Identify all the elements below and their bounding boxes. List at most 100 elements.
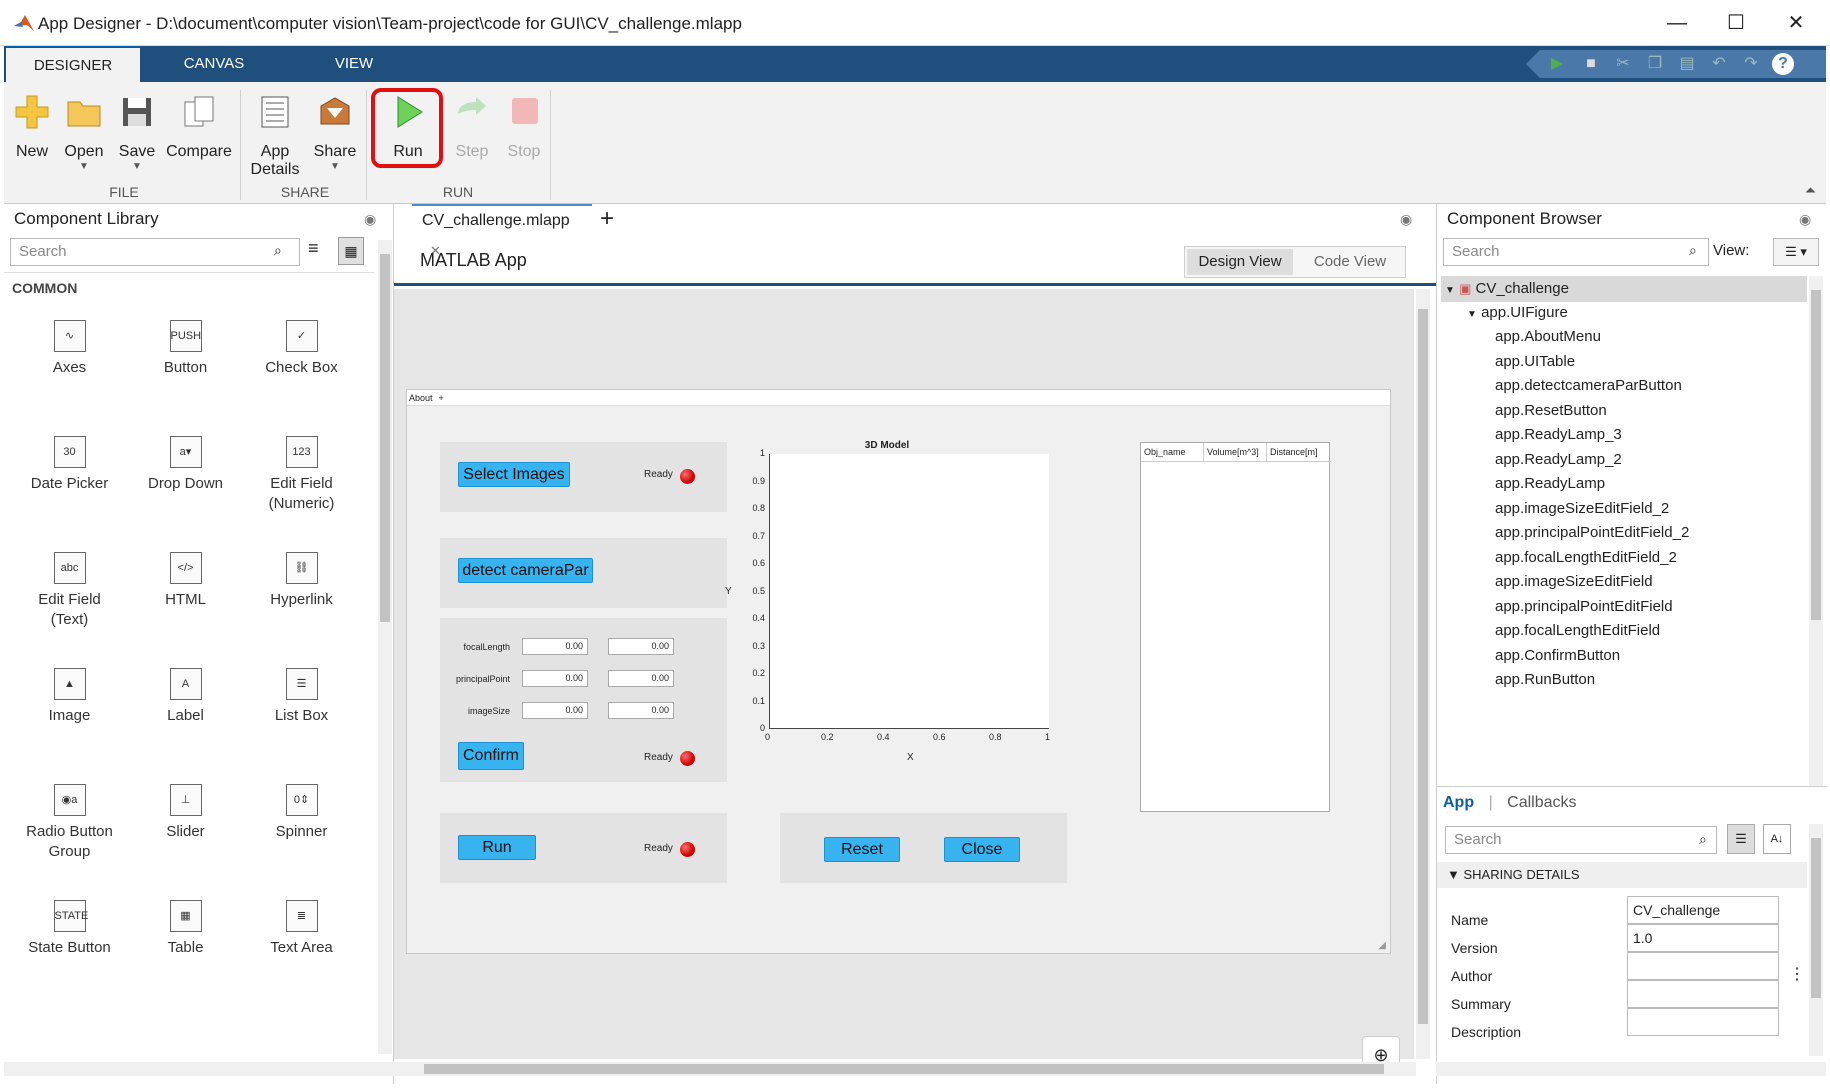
detect-camera-button[interactable]: detect cameraPar	[458, 558, 593, 583]
undo-icon[interactable]: ↶	[1708, 53, 1730, 75]
sharing-details-header[interactable]: ▼ SHARING DETAILS	[1437, 862, 1807, 888]
panel-options-icon[interactable]: ◉	[1400, 211, 1412, 228]
library-hscrollbar[interactable]	[4, 1062, 394, 1076]
tree-item[interactable]: app.ConfirmButton	[1495, 644, 1620, 668]
component-axes[interactable]: ∿ Axes	[12, 320, 127, 378]
tree-item[interactable]: app.principalPointEditField_2	[1495, 521, 1689, 545]
resize-grip-icon[interactable]: ◢	[1378, 940, 1386, 951]
code-view-button[interactable]: Code View	[1297, 249, 1403, 275]
property-value-author[interactable]	[1627, 952, 1779, 980]
focal-length-field[interactable]: 0.00	[522, 638, 588, 655]
property-search-input[interactable]: Search	[1445, 826, 1717, 854]
grid-view-icon[interactable]: ▦	[338, 237, 364, 265]
component-state-button[interactable]: STATE State Button	[12, 900, 127, 958]
component-label[interactable]: A Label	[128, 668, 243, 726]
tree-item[interactable]: app.ReadyLamp_3	[1495, 423, 1622, 447]
tab-callbacks[interactable]: Callbacks	[1507, 794, 1576, 811]
close-button[interactable]: Close	[944, 837, 1020, 862]
browser-hscrollbar[interactable]	[1436, 1062, 1826, 1076]
ui-figure[interactable]: About + Select Images Ready detect camera…	[406, 389, 1391, 954]
tab-designer[interactable]: DESIGNER	[6, 46, 140, 82]
maximize-button[interactable]: ☐	[1716, 8, 1756, 38]
view-dropdown[interactable]: ☰ ▾	[1773, 238, 1819, 266]
canvas-hscrollbar[interactable]	[394, 1062, 1416, 1076]
component-textarea[interactable]: ≣ Text Area	[244, 900, 359, 958]
tree-uifigure[interactable]: ▼ app.UIFigure	[1467, 301, 1568, 325]
reset-button[interactable]: Reset	[824, 837, 900, 862]
component-date-picker[interactable]: 30 Date Picker	[12, 436, 127, 494]
tree-item[interactable]: app.RunButton	[1495, 668, 1595, 692]
document-tab[interactable]: CV_challenge.mlapp ✕	[412, 204, 592, 258]
ui-table[interactable]: Obj_name Volume[m^3] Distance[m]	[1140, 442, 1331, 812]
tree-item[interactable]: app.UITable	[1495, 350, 1575, 374]
more-icon[interactable]: ⋮	[1789, 964, 1805, 984]
tree-item[interactable]: app.imageSizeEditField_2	[1495, 497, 1669, 521]
tree-item[interactable]: app.imageSizeEditField	[1495, 570, 1653, 594]
minimize-button[interactable]: —	[1657, 8, 1697, 38]
tree-item[interactable]: app.detectcameraParButton	[1495, 374, 1682, 398]
app-details-button[interactable]: App Details	[248, 92, 302, 179]
group-view-icon[interactable]: ☰	[1727, 824, 1755, 854]
component-table[interactable]: ▦ Table	[128, 900, 243, 958]
save-icon[interactable]: ■	[1580, 53, 1602, 75]
app-run-button[interactable]: Run	[458, 835, 536, 860]
add-menu-icon[interactable]: +	[439, 393, 444, 403]
component-radio-group[interactable]: ◉a Radio Button Group	[12, 784, 127, 862]
tree-item[interactable]: app.ReadyLamp	[1495, 472, 1605, 496]
design-view-button[interactable]: Design View	[1187, 249, 1293, 275]
stop-button[interactable]: Stop	[502, 92, 546, 161]
share-button[interactable]: Share ▼	[308, 92, 362, 172]
about-menu[interactable]: About	[409, 393, 433, 403]
tree-item[interactable]: app.focalLengthEditField	[1495, 619, 1660, 643]
tree-scrollbar[interactable]	[1809, 276, 1823, 786]
new-button[interactable]: New	[10, 92, 54, 161]
focal-length-field-2[interactable]: 0.00	[608, 638, 674, 655]
property-value-version[interactable]: 1.0	[1627, 924, 1779, 952]
tree-item[interactable]: app.focalLengthEditField_2	[1495, 546, 1677, 570]
component-image[interactable]: ▲ Image	[12, 668, 127, 726]
panel-options-icon[interactable]: ◉	[1799, 211, 1811, 228]
image-size-field[interactable]: 0.00	[522, 702, 588, 719]
component-checkbox[interactable]: ✓ Check Box	[244, 320, 359, 378]
step-button[interactable]: Step	[450, 92, 494, 161]
tab-app[interactable]: App	[1443, 794, 1474, 811]
tab-view[interactable]: VIEW	[294, 46, 414, 82]
tree-item[interactable]: app.ResetButton	[1495, 399, 1607, 423]
select-images-button[interactable]: Select Images	[458, 462, 570, 487]
principal-point-field-2[interactable]: 0.00	[608, 670, 674, 687]
collapse-ribbon-icon[interactable]: ⏶	[1805, 182, 1816, 199]
add-tab-icon[interactable]: +	[600, 204, 614, 234]
property-value-summary[interactable]	[1627, 980, 1779, 1008]
tree-root[interactable]: ▼ ▣ CV_challenge	[1445, 277, 1569, 301]
image-size-field-2[interactable]: 0.00	[608, 702, 674, 719]
property-value-name[interactable]: CV_challenge	[1627, 896, 1779, 924]
open-button[interactable]: Open ▼	[60, 92, 108, 172]
tree-item[interactable]: app.AboutMenu	[1495, 325, 1601, 349]
component-dropdown[interactable]: a▾ Drop Down	[128, 436, 243, 494]
component-text-field[interactable]: abc Edit Field (Text)	[12, 552, 127, 630]
help-icon[interactable]: ?	[1772, 53, 1794, 75]
canvas-vscrollbar[interactable]	[1416, 289, 1430, 1059]
run-icon[interactable]: ▶	[1546, 53, 1568, 75]
props-scrollbar[interactable]	[1809, 824, 1823, 1056]
component-numeric-field[interactable]: 123 Edit Field (Numeric)	[244, 436, 359, 514]
component-button[interactable]: PUSH Button	[128, 320, 243, 378]
library-scrollbar[interactable]	[378, 240, 392, 1054]
paste-icon[interactable]: ▤	[1676, 53, 1698, 75]
tab-canvas[interactable]: CANVAS	[154, 46, 274, 82]
panel-options-icon[interactable]: ◉	[364, 211, 376, 228]
close-window-button[interactable]: ✕	[1776, 8, 1816, 38]
component-hyperlink[interactable]: ⛓ Hyperlink	[244, 552, 359, 610]
component-spinner[interactable]: 0⇕ Spinner	[244, 784, 359, 842]
plot-axes[interactable]	[769, 454, 1049, 729]
library-search-input[interactable]: Search	[10, 238, 300, 266]
component-html[interactable]: </> HTML	[128, 552, 243, 610]
tree-item[interactable]: app.principalPointEditField	[1495, 595, 1673, 619]
list-view-icon[interactable]: ≡	[308, 238, 319, 259]
save-button[interactable]: Save ▼	[114, 92, 160, 172]
copy-icon[interactable]: ❐	[1644, 53, 1666, 75]
property-value-description[interactable]	[1627, 1008, 1779, 1036]
tree-item[interactable]: app.ReadyLamp_2	[1495, 448, 1622, 472]
component-listbox[interactable]: ☰ List Box	[244, 668, 359, 726]
browser-search-input[interactable]: Search	[1443, 238, 1709, 266]
